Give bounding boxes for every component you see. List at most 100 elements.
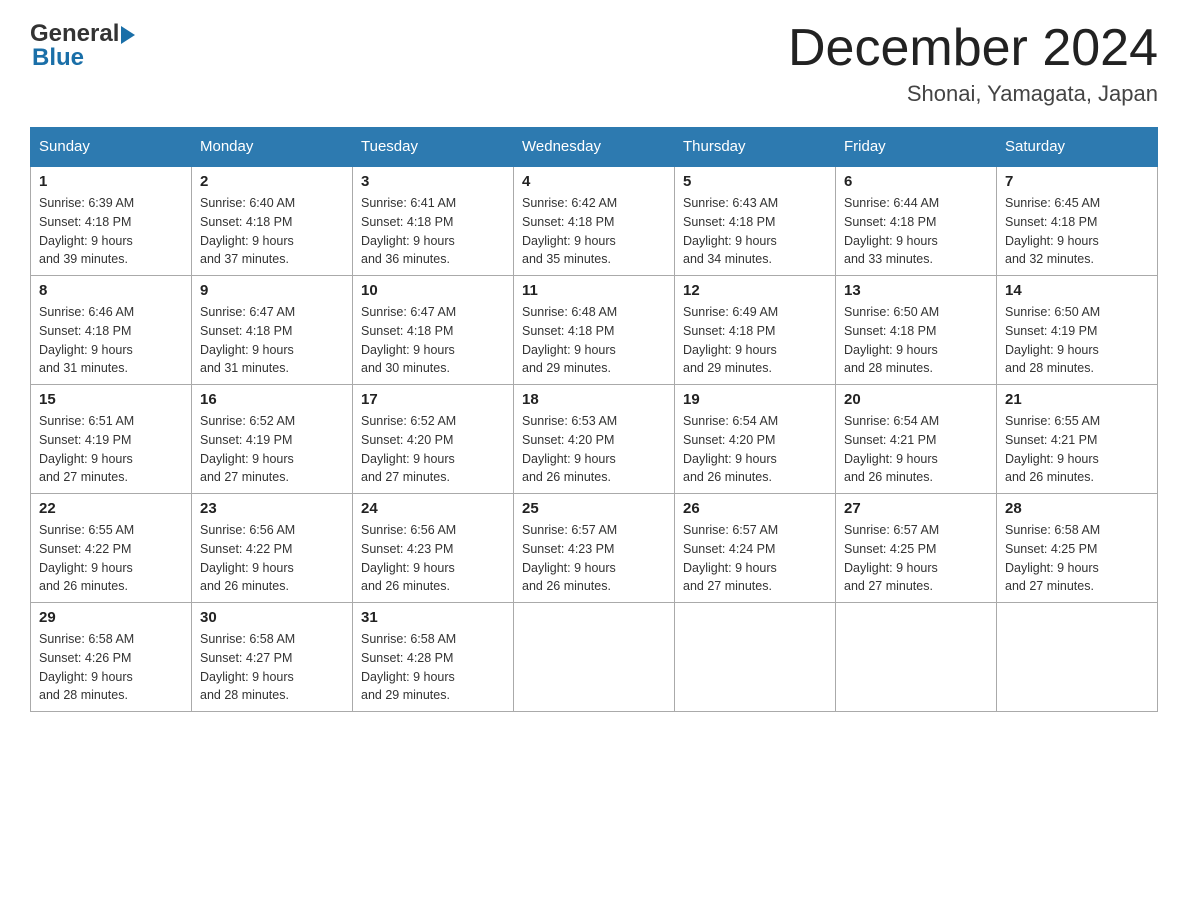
day-info: Sunrise: 6:43 AMSunset: 4:18 PMDaylight:… bbox=[683, 196, 778, 266]
calendar-header-wednesday: Wednesday bbox=[514, 128, 675, 167]
day-number: 18 bbox=[522, 391, 666, 408]
day-info: Sunrise: 6:47 AMSunset: 4:18 PMDaylight:… bbox=[200, 305, 295, 375]
calendar-week-row: 22 Sunrise: 6:55 AMSunset: 4:22 PMDaylig… bbox=[31, 494, 1158, 603]
calendar-week-row: 29 Sunrise: 6:58 AMSunset: 4:26 PMDaylig… bbox=[31, 603, 1158, 712]
calendar-cell bbox=[836, 603, 997, 712]
calendar-cell bbox=[514, 603, 675, 712]
day-info: Sunrise: 6:48 AMSunset: 4:18 PMDaylight:… bbox=[522, 305, 617, 375]
day-number: 11 bbox=[522, 282, 666, 299]
day-number: 16 bbox=[200, 391, 344, 408]
calendar-cell: 3 Sunrise: 6:41 AMSunset: 4:18 PMDayligh… bbox=[353, 166, 514, 276]
day-number: 28 bbox=[1005, 500, 1149, 517]
day-number: 17 bbox=[361, 391, 505, 408]
day-info: Sunrise: 6:53 AMSunset: 4:20 PMDaylight:… bbox=[522, 414, 617, 484]
calendar-cell: 10 Sunrise: 6:47 AMSunset: 4:18 PMDaylig… bbox=[353, 276, 514, 385]
day-info: Sunrise: 6:50 AMSunset: 4:18 PMDaylight:… bbox=[844, 305, 939, 375]
calendar-cell: 6 Sunrise: 6:44 AMSunset: 4:18 PMDayligh… bbox=[836, 166, 997, 276]
day-info: Sunrise: 6:58 AMSunset: 4:26 PMDaylight:… bbox=[39, 632, 134, 702]
location-title: Shonai, Yamagata, Japan bbox=[788, 81, 1158, 107]
day-number: 25 bbox=[522, 500, 666, 517]
day-info: Sunrise: 6:51 AMSunset: 4:19 PMDaylight:… bbox=[39, 414, 134, 484]
day-number: 10 bbox=[361, 282, 505, 299]
calendar-cell: 19 Sunrise: 6:54 AMSunset: 4:20 PMDaylig… bbox=[675, 385, 836, 494]
calendar-header-tuesday: Tuesday bbox=[353, 128, 514, 167]
calendar-header-sunday: Sunday bbox=[31, 128, 192, 167]
calendar-week-row: 15 Sunrise: 6:51 AMSunset: 4:19 PMDaylig… bbox=[31, 385, 1158, 494]
calendar-cell: 14 Sunrise: 6:50 AMSunset: 4:19 PMDaylig… bbox=[997, 276, 1158, 385]
calendar-week-row: 1 Sunrise: 6:39 AMSunset: 4:18 PMDayligh… bbox=[31, 166, 1158, 276]
day-info: Sunrise: 6:49 AMSunset: 4:18 PMDaylight:… bbox=[683, 305, 778, 375]
day-info: Sunrise: 6:55 AMSunset: 4:21 PMDaylight:… bbox=[1005, 414, 1100, 484]
calendar-cell: 1 Sunrise: 6:39 AMSunset: 4:18 PMDayligh… bbox=[31, 166, 192, 276]
calendar-table: SundayMondayTuesdayWednesdayThursdayFrid… bbox=[30, 127, 1158, 712]
calendar-cell: 24 Sunrise: 6:56 AMSunset: 4:23 PMDaylig… bbox=[353, 494, 514, 603]
calendar-cell: 29 Sunrise: 6:58 AMSunset: 4:26 PMDaylig… bbox=[31, 603, 192, 712]
day-number: 15 bbox=[39, 391, 183, 408]
day-info: Sunrise: 6:55 AMSunset: 4:22 PMDaylight:… bbox=[39, 523, 134, 593]
day-info: Sunrise: 6:42 AMSunset: 4:18 PMDaylight:… bbox=[522, 196, 617, 266]
day-info: Sunrise: 6:46 AMSunset: 4:18 PMDaylight:… bbox=[39, 305, 134, 375]
day-number: 13 bbox=[844, 282, 988, 299]
day-number: 2 bbox=[200, 173, 344, 190]
day-number: 14 bbox=[1005, 282, 1149, 299]
day-number: 1 bbox=[39, 173, 183, 190]
calendar-cell bbox=[675, 603, 836, 712]
calendar-cell: 30 Sunrise: 6:58 AMSunset: 4:27 PMDaylig… bbox=[192, 603, 353, 712]
day-number: 9 bbox=[200, 282, 344, 299]
calendar-cell: 13 Sunrise: 6:50 AMSunset: 4:18 PMDaylig… bbox=[836, 276, 997, 385]
day-number: 5 bbox=[683, 173, 827, 190]
day-info: Sunrise: 6:58 AMSunset: 4:27 PMDaylight:… bbox=[200, 632, 295, 702]
day-info: Sunrise: 6:56 AMSunset: 4:23 PMDaylight:… bbox=[361, 523, 456, 593]
calendar-cell: 9 Sunrise: 6:47 AMSunset: 4:18 PMDayligh… bbox=[192, 276, 353, 385]
calendar-cell: 15 Sunrise: 6:51 AMSunset: 4:19 PMDaylig… bbox=[31, 385, 192, 494]
day-number: 21 bbox=[1005, 391, 1149, 408]
calendar-cell: 22 Sunrise: 6:55 AMSunset: 4:22 PMDaylig… bbox=[31, 494, 192, 603]
calendar-header-thursday: Thursday bbox=[675, 128, 836, 167]
calendar-cell: 18 Sunrise: 6:53 AMSunset: 4:20 PMDaylig… bbox=[514, 385, 675, 494]
calendar-cell bbox=[997, 603, 1158, 712]
calendar-body: 1 Sunrise: 6:39 AMSunset: 4:18 PMDayligh… bbox=[31, 166, 1158, 712]
logo-blue-text: Blue bbox=[32, 44, 84, 71]
day-info: Sunrise: 6:41 AMSunset: 4:18 PMDaylight:… bbox=[361, 196, 456, 266]
calendar-cell: 21 Sunrise: 6:55 AMSunset: 4:21 PMDaylig… bbox=[997, 385, 1158, 494]
month-title: December 2024 bbox=[788, 20, 1158, 77]
calendar-header-monday: Monday bbox=[192, 128, 353, 167]
day-number: 30 bbox=[200, 609, 344, 626]
logo-arrow-icon bbox=[121, 26, 135, 44]
logo: General Blue bbox=[30, 20, 135, 72]
day-info: Sunrise: 6:57 AMSunset: 4:24 PMDaylight:… bbox=[683, 523, 778, 593]
day-info: Sunrise: 6:57 AMSunset: 4:25 PMDaylight:… bbox=[844, 523, 939, 593]
calendar-cell: 8 Sunrise: 6:46 AMSunset: 4:18 PMDayligh… bbox=[31, 276, 192, 385]
day-info: Sunrise: 6:47 AMSunset: 4:18 PMDaylight:… bbox=[361, 305, 456, 375]
calendar-cell: 25 Sunrise: 6:57 AMSunset: 4:23 PMDaylig… bbox=[514, 494, 675, 603]
day-number: 3 bbox=[361, 173, 505, 190]
calendar-cell: 12 Sunrise: 6:49 AMSunset: 4:18 PMDaylig… bbox=[675, 276, 836, 385]
day-number: 4 bbox=[522, 173, 666, 190]
calendar-cell: 11 Sunrise: 6:48 AMSunset: 4:18 PMDaylig… bbox=[514, 276, 675, 385]
day-info: Sunrise: 6:58 AMSunset: 4:25 PMDaylight:… bbox=[1005, 523, 1100, 593]
calendar-cell: 2 Sunrise: 6:40 AMSunset: 4:18 PMDayligh… bbox=[192, 166, 353, 276]
day-number: 7 bbox=[1005, 173, 1149, 190]
day-number: 22 bbox=[39, 500, 183, 517]
calendar-cell: 27 Sunrise: 6:57 AMSunset: 4:25 PMDaylig… bbox=[836, 494, 997, 603]
day-number: 19 bbox=[683, 391, 827, 408]
day-info: Sunrise: 6:57 AMSunset: 4:23 PMDaylight:… bbox=[522, 523, 617, 593]
day-info: Sunrise: 6:52 AMSunset: 4:19 PMDaylight:… bbox=[200, 414, 295, 484]
calendar-header-saturday: Saturday bbox=[997, 128, 1158, 167]
calendar-cell: 7 Sunrise: 6:45 AMSunset: 4:18 PMDayligh… bbox=[997, 166, 1158, 276]
calendar-header-friday: Friday bbox=[836, 128, 997, 167]
calendar-header-row: SundayMondayTuesdayWednesdayThursdayFrid… bbox=[31, 128, 1158, 167]
calendar-cell: 5 Sunrise: 6:43 AMSunset: 4:18 PMDayligh… bbox=[675, 166, 836, 276]
day-info: Sunrise: 6:54 AMSunset: 4:21 PMDaylight:… bbox=[844, 414, 939, 484]
day-info: Sunrise: 6:52 AMSunset: 4:20 PMDaylight:… bbox=[361, 414, 456, 484]
day-info: Sunrise: 6:44 AMSunset: 4:18 PMDaylight:… bbox=[844, 196, 939, 266]
day-number: 29 bbox=[39, 609, 183, 626]
day-info: Sunrise: 6:50 AMSunset: 4:19 PMDaylight:… bbox=[1005, 305, 1100, 375]
calendar-cell: 4 Sunrise: 6:42 AMSunset: 4:18 PMDayligh… bbox=[514, 166, 675, 276]
day-number: 23 bbox=[200, 500, 344, 517]
calendar-cell: 28 Sunrise: 6:58 AMSunset: 4:25 PMDaylig… bbox=[997, 494, 1158, 603]
page-header: General Blue December 2024 Shonai, Yamag… bbox=[30, 20, 1158, 107]
day-number: 8 bbox=[39, 282, 183, 299]
day-number: 26 bbox=[683, 500, 827, 517]
day-number: 31 bbox=[361, 609, 505, 626]
